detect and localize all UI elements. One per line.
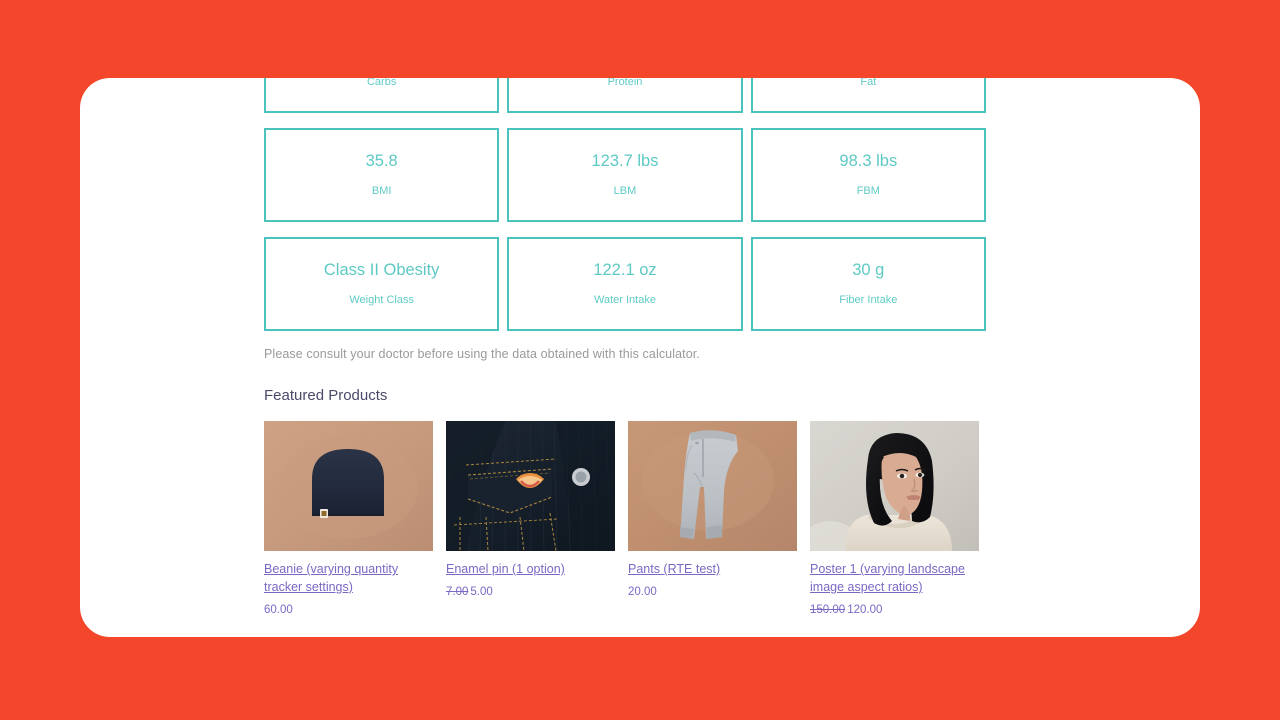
product-title-link[interactable]: Beanie (varying quantity tracker setting… xyxy=(264,562,398,594)
product-title-link[interactable]: Enamel pin (1 option) xyxy=(446,562,565,576)
stat-label: Carbs xyxy=(366,78,397,89)
product-price-current: 60.00 xyxy=(264,604,293,616)
stat-label: FBM xyxy=(856,185,880,198)
featured-products-heading: Featured Products xyxy=(264,387,388,404)
beanie-product-image[interactable] xyxy=(264,421,433,551)
product-price-current: 5.00 xyxy=(470,586,493,598)
enamel-pin-product-image[interactable] xyxy=(446,421,615,551)
stat-value: 30 g xyxy=(852,260,885,279)
pants-product-image[interactable] xyxy=(628,421,797,551)
product-price-current: 120.00 xyxy=(847,604,883,616)
product-price-original: 150.00 xyxy=(810,604,846,616)
stat-value: Class II Obesity xyxy=(323,260,440,279)
stat-cell-carbs: 214 g Carbs xyxy=(264,78,500,113)
stat-cell-protein: 161 g Protein xyxy=(507,78,743,113)
stat-label: Water Intake xyxy=(594,294,656,307)
stat-label: Weight Class xyxy=(349,294,414,307)
stat-label: Fiber Intake xyxy=(839,294,898,307)
stat-label: BMI xyxy=(371,185,392,198)
browser-viewport-card: 214 g Carbs 161 g Protein 41 g Fat 35.8 … xyxy=(80,78,1200,637)
product-card[interactable]: Poster 1 (varying landscape image aspect… xyxy=(810,421,979,618)
product-price-current: 20.00 xyxy=(628,586,657,598)
product-price: 60.00 xyxy=(264,604,433,618)
stat-label: Protein xyxy=(607,78,643,89)
featured-products-grid: Beanie (varying quantity tracker setting… xyxy=(264,421,986,618)
stat-cell-fbm: 98.3 lbs FBM xyxy=(750,128,986,222)
stat-cell-fat: 41 g Fat xyxy=(750,78,986,113)
product-card[interactable]: Enamel pin (1 option) 7.00 5.00 xyxy=(446,421,615,618)
product-card[interactable]: Pants (RTE test) 20.00 xyxy=(628,421,797,618)
product-price: 20.00 xyxy=(628,586,797,600)
scrollable-page-content[interactable]: 214 g Carbs 161 g Protein 41 g Fat 35.8 … xyxy=(80,78,1200,618)
calculator-disclaimer: Please consult your doctor before using … xyxy=(264,347,700,361)
product-title-link[interactable]: Pants (RTE test) xyxy=(628,562,720,576)
product-price-original: 7.00 xyxy=(446,586,469,598)
product-price: 7.00 5.00 xyxy=(446,586,615,600)
stats-row-macros: 214 g Carbs 161 g Protein 41 g Fat xyxy=(264,78,986,113)
stat-value: 123.7 lbs xyxy=(591,151,659,170)
product-price: 150.00 120.00 xyxy=(810,604,979,618)
stat-value: 35.8 xyxy=(365,151,398,170)
poster-1-product-image[interactable] xyxy=(810,421,979,551)
stat-cell-water-intake: 122.1 oz Water Intake xyxy=(507,237,743,331)
stat-cell-lbm: 123.7 lbs LBM xyxy=(507,128,743,222)
stat-label: LBM xyxy=(613,185,637,198)
product-card[interactable]: Beanie (varying quantity tracker setting… xyxy=(264,421,433,618)
product-title-link[interactable]: Poster 1 (varying landscape image aspect… xyxy=(810,562,965,594)
stat-label: Fat xyxy=(860,78,877,89)
stat-cell-weight-class: Class II Obesity Weight Class xyxy=(264,237,500,331)
stat-cell-bmi: 35.8 BMI xyxy=(264,128,500,222)
stat-value: 98.3 lbs xyxy=(839,151,898,170)
stats-row-body-composition: 35.8 BMI 123.7 lbs LBM 98.3 lbs FBM xyxy=(264,128,986,222)
stat-cell-fiber-intake: 30 g Fiber Intake xyxy=(750,237,986,331)
calculator-results: 214 g Carbs 161 g Protein 41 g Fat 35.8 … xyxy=(264,78,986,331)
stat-value: 122.1 oz xyxy=(593,260,657,279)
stats-row-intake: Class II Obesity Weight Class 122.1 oz W… xyxy=(264,237,986,331)
